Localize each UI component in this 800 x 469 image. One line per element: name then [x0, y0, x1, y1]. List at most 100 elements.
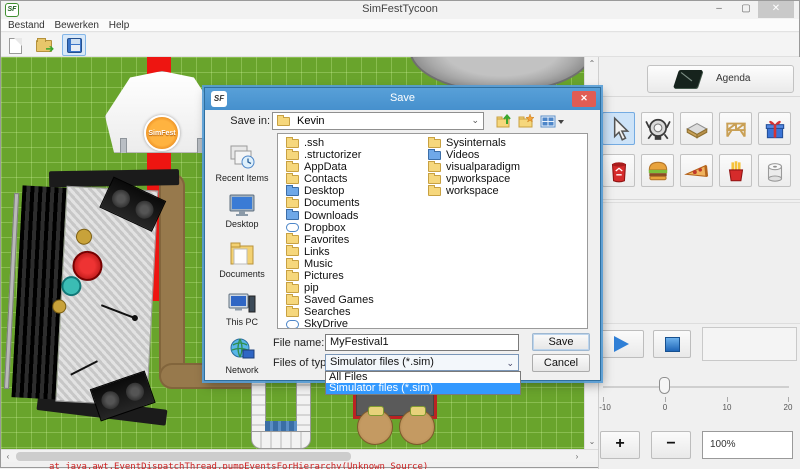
place-this-pc[interactable]: This PC	[213, 290, 271, 327]
files-of-type-combobox[interactable]: Simulator files (*.sim) ⌄	[325, 354, 519, 371]
save-file-button[interactable]	[62, 34, 86, 56]
place-documents[interactable]: Documents	[213, 240, 271, 279]
list-item[interactable]: workspace	[428, 185, 578, 197]
tool-trash-can[interactable]	[602, 154, 635, 187]
tool-burger[interactable]	[641, 154, 674, 187]
list-item[interactable]: Dropbox	[286, 222, 426, 234]
slider-tick-label: 0	[663, 403, 667, 412]
tool-truss[interactable]	[719, 112, 752, 145]
file-list-column-2: Sysinternals Videos visualparadigm vpwor…	[428, 137, 578, 197]
file-name-input[interactable]: MyFestival1	[325, 334, 519, 351]
chevron-down-icon: ⌄	[506, 356, 514, 371]
list-item[interactable]: Pictures	[286, 270, 426, 282]
new-file-icon	[9, 38, 22, 54]
folder-icon	[428, 175, 441, 184]
zoom-in-button[interactable]: +	[600, 431, 640, 459]
list-item[interactable]: Contacts	[286, 173, 426, 185]
list-item[interactable]: Links	[286, 246, 426, 258]
list-item[interactable]: AppData	[286, 161, 426, 173]
close-button[interactable]: ✕	[758, 1, 794, 18]
network-icon	[227, 336, 257, 364]
tool-pizza[interactable]	[680, 154, 713, 187]
dialog-title: Save	[205, 92, 600, 104]
place-desktop[interactable]: Desktop	[213, 192, 271, 229]
tool-gift[interactable]	[758, 112, 791, 145]
tool-select-cursor[interactable]	[602, 112, 635, 145]
stop-icon	[665, 337, 680, 352]
new-folder-icon	[517, 112, 535, 130]
downloads-icon	[286, 211, 299, 220]
scroll-left-icon[interactable]: ‹	[1, 450, 15, 463]
spotlight-icon	[645, 116, 671, 142]
save-button[interactable]: Save	[532, 333, 590, 351]
select-cursor-icon	[606, 116, 632, 142]
horizontal-scroll-thumb[interactable]	[16, 452, 351, 461]
list-item[interactable]: Favorites	[286, 234, 426, 246]
agenda-button[interactable]: Agenda	[647, 65, 794, 93]
list-item[interactable]: Videos	[428, 149, 578, 161]
save-in-label: Save in:	[226, 115, 270, 127]
save-file-icon	[67, 38, 82, 53]
list-item[interactable]: Desktop	[286, 185, 426, 197]
main-stage	[1, 165, 179, 424]
list-item[interactable]: SkyDrive	[286, 318, 426, 329]
tool-toilet-paper[interactable]	[758, 154, 791, 187]
play-button[interactable]	[600, 330, 644, 358]
new-file-button[interactable]	[4, 34, 28, 56]
stop-button[interactable]	[653, 330, 691, 358]
list-item[interactable]: Music	[286, 258, 426, 270]
folder-icon	[286, 175, 299, 184]
menu-bestand[interactable]: Bestand	[8, 19, 45, 32]
open-file-button[interactable]	[32, 34, 56, 56]
maximize-button[interactable]: ▢	[734, 1, 758, 18]
file-name-label: File name:	[273, 337, 324, 349]
cancel-button[interactable]: Cancel	[532, 354, 590, 372]
list-item[interactable]: Downloads	[286, 210, 426, 222]
slider-thumb[interactable]	[659, 377, 670, 394]
list-item[interactable]: Documents	[286, 197, 426, 209]
list-item[interactable]: vpworkspace	[428, 173, 578, 185]
map-horizontal-scrollbar[interactable]: ‹ ›	[1, 449, 598, 462]
zoom-level-field[interactable]: 100%	[702, 431, 793, 459]
scroll-down-icon[interactable]: ⌄	[585, 435, 599, 449]
dialog-close-button[interactable]: ✕	[572, 91, 596, 107]
list-item[interactable]: Saved Games	[286, 294, 426, 306]
stone-gate	[251, 375, 311, 449]
list-item[interactable]: pip	[286, 282, 426, 294]
videos-icon	[428, 151, 441, 160]
minimize-button[interactable]: –	[707, 1, 731, 18]
folder-icon	[286, 163, 299, 172]
new-folder-button[interactable]	[517, 112, 535, 130]
slider-track[interactable]	[603, 386, 789, 388]
dropdown-option-simulator-files[interactable]: Simulator files (*.sim)	[326, 383, 520, 394]
scroll-right-icon[interactable]: ›	[570, 450, 584, 463]
view-menu-button[interactable]	[539, 112, 565, 130]
music-icon	[286, 260, 299, 269]
agenda-label: Agenda	[716, 73, 750, 84]
info-panel	[600, 202, 800, 324]
list-item[interactable]: visualparadigm	[428, 161, 578, 173]
file-type-dropdown: All Files Simulator files (*.sim)	[325, 371, 521, 395]
list-item[interactable]: Searches	[286, 306, 426, 318]
scroll-up-icon[interactable]: ⌃	[585, 57, 599, 71]
place-recent-items[interactable]: Recent Items	[213, 142, 271, 183]
tool-stage-piece[interactable]	[680, 112, 713, 145]
save-in-combobox[interactable]: Kevin ⌄	[272, 112, 484, 130]
file-list[interactable]: .ssh .structorizer AppData Contacts Desk…	[277, 133, 588, 329]
tool-fries[interactable]	[719, 154, 752, 187]
up-one-level-button[interactable]	[495, 112, 513, 130]
list-item[interactable]: .structorizer	[286, 149, 426, 161]
folder-icon	[286, 151, 299, 160]
menu-help[interactable]: Help	[109, 19, 130, 32]
list-item[interactable]: Sysinternals	[428, 137, 578, 149]
list-item[interactable]: .ssh	[286, 137, 426, 149]
tool-palette	[599, 98, 800, 200]
files-of-type-value: Simulator files (*.sim)	[330, 356, 434, 368]
tool-spotlight[interactable]	[641, 112, 674, 145]
menu-bewerken[interactable]: Bewerken	[54, 19, 98, 32]
place-network[interactable]: Network	[213, 336, 271, 375]
speed-slider[interactable]: -10 0 10 20	[599, 375, 800, 425]
zoom-out-button[interactable]: −	[651, 431, 691, 459]
dialog-titlebar[interactable]: SF Save ✕	[205, 88, 600, 110]
desktop-icon	[286, 187, 299, 196]
